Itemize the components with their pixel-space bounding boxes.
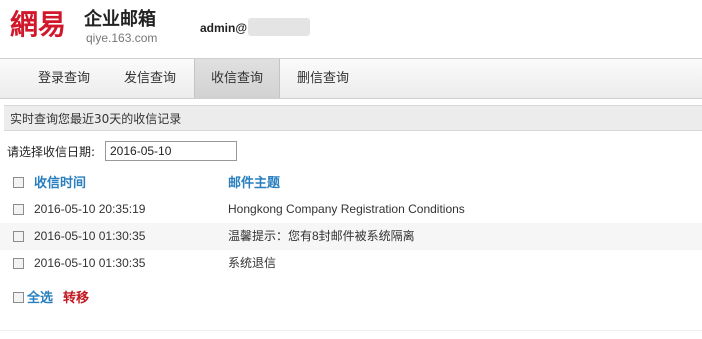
column-header-time[interactable]: 收信时间 — [34, 176, 86, 192]
info-banner: 实时查询您最近30天的收信记录 — [4, 105, 702, 131]
query-tabs: 登录查询 发信查询 收信查询 删信查询 — [0, 58, 702, 99]
row-subject[interactable]: 温馨提示：您有8封邮件被系统隔离 — [228, 223, 415, 250]
tab-received-query[interactable]: 收信查询 — [194, 59, 280, 98]
product-title: 企业邮箱 — [84, 9, 156, 30]
row-time: 2016-05-10 01:30:35 — [34, 256, 146, 270]
row-time: 2016-05-10 01:30:35 — [34, 229, 146, 243]
bottom-divider — [0, 330, 702, 331]
date-input[interactable] — [105, 141, 237, 161]
header-checkbox[interactable] — [13, 177, 24, 188]
redacted-domain — [248, 18, 310, 36]
transfer-link[interactable]: 转移 — [63, 291, 89, 307]
row-checkbox[interactable] — [13, 231, 24, 242]
date-filter-label: 请选择收信日期: — [7, 145, 96, 159]
tab-sent-query[interactable]: 发信查询 — [110, 59, 190, 98]
select-all-checkbox[interactable] — [13, 292, 24, 303]
header: 網易 企业邮箱 qiye.163.com admin@ — [0, 0, 702, 58]
table-row: 2016-05-10 01:30:35 温馨提示：您有8封邮件被系统隔离 — [0, 223, 702, 250]
row-checkbox[interactable] — [13, 204, 24, 215]
row-subject[interactable]: 系统退信 — [228, 250, 276, 277]
table-row: 2016-05-10 20:35:19 Hongkong Company Reg… — [0, 196, 702, 223]
column-header-subject[interactable]: 邮件主题 — [228, 176, 280, 192]
row-subject[interactable]: Hongkong Company Registration Conditions — [228, 196, 465, 223]
user-account: admin@ — [200, 21, 248, 35]
tab-login-query[interactable]: 登录查询 — [0, 59, 128, 98]
tab-deleted-query[interactable]: 删信查询 — [280, 59, 366, 98]
table-row: 2016-05-10 01:30:35 系统退信 — [0, 250, 702, 277]
select-all-link[interactable]: 全选 — [27, 291, 53, 307]
row-checkbox[interactable] — [13, 258, 24, 269]
row-time: 2016-05-10 20:35:19 — [34, 202, 146, 216]
product-domain: qiye.163.com — [86, 31, 158, 45]
netease-logo[interactable]: 網易 — [10, 8, 66, 42]
